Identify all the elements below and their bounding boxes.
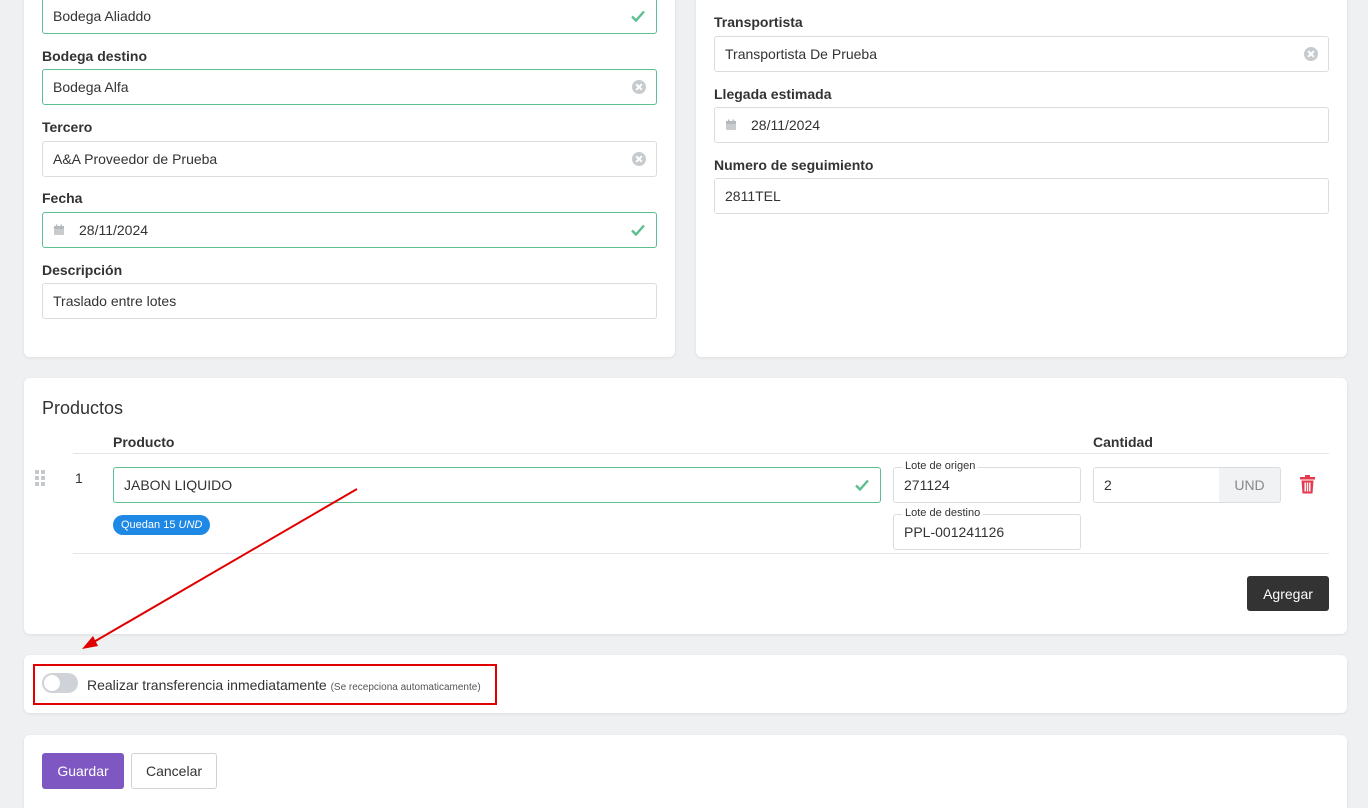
- annotation-arrow: [82, 488, 358, 649]
